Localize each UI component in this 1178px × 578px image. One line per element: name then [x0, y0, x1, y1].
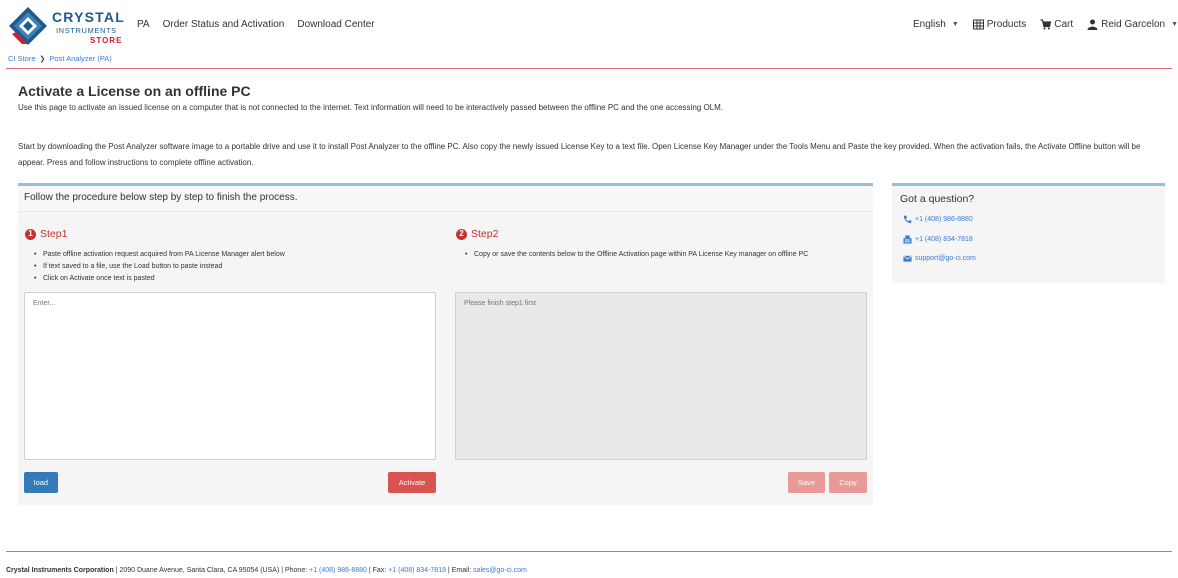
envelope-icon — [903, 255, 912, 262]
caret-down-icon: ▼ — [1171, 21, 1178, 28]
activation-request-input[interactable] — [24, 292, 436, 460]
activation-panel: Follow the procedure below step by step … — [18, 183, 873, 505]
top-navbar: CRYSTAL INSTRUMENTS STORE PA Order Statu… — [0, 0, 1178, 50]
cart-icon — [1040, 19, 1052, 30]
list-item: Copy or save the contents below to the O… — [464, 249, 869, 261]
step1-title: 1 Step1 — [25, 228, 67, 240]
grid-icon — [972, 19, 984, 30]
products-label: Products — [986, 19, 1027, 30]
footer-phone-link[interactable]: +1 (408) 986-8880 — [309, 567, 367, 574]
panel-heading: Follow the procedure below step by step … — [18, 186, 873, 212]
fax-icon — [903, 235, 912, 244]
nav-right: English ▼ Products Cart Reid Garcelon ▼ — [899, 19, 1178, 30]
chevron-right-icon: ❯ — [39, 55, 46, 63]
load-button[interactable]: load — [24, 472, 58, 493]
logo-diamond-icon — [9, 7, 47, 45]
breadcrumb: CI Store ❯ Post Analyzer (PA) — [8, 54, 112, 63]
step2-badge: 2 — [456, 228, 467, 240]
help-fax-text: +1 (408) 834-7818 — [915, 236, 973, 243]
logo-text-store: STORE — [90, 36, 123, 45]
page-title: Activate a License on an offline PC — [18, 83, 251, 99]
products-link[interactable]: Products — [972, 19, 1027, 30]
step1-instructions: Paste offline activation request acquire… — [33, 249, 433, 285]
activate-button[interactable]: Activate — [388, 472, 436, 493]
help-title: Got a question? — [900, 193, 975, 205]
crystal-instruments-logo[interactable]: CRYSTAL INSTRUMENTS STORE — [8, 6, 126, 46]
user-name: Reid Garcelon — [1101, 19, 1166, 30]
footer-company: Crystal Instruments Corporation — [6, 567, 114, 574]
nav-item-order-status[interactable]: Order Status and Activation — [163, 19, 285, 30]
breadcrumb-post-analyzer[interactable]: Post Analyzer (PA) — [49, 54, 111, 63]
nav-item-pa[interactable]: PA — [137, 19, 150, 30]
list-item: If text saved to a file, use the Load bu… — [33, 261, 433, 273]
language-dropdown[interactable]: English ▼ — [913, 19, 959, 30]
main-nav: PA Order Status and Activation Download … — [137, 19, 375, 30]
step1-label: Step1 — [40, 228, 68, 240]
footer-fax-link[interactable]: +1 (408) 834-7818 — [388, 567, 446, 574]
footer-email-link[interactable]: sales@go-ci.com — [473, 567, 527, 574]
list-item: Paste offline activation request acquire… — [33, 249, 433, 261]
help-email[interactable]: support@go-ci.com — [903, 254, 976, 263]
cart-link[interactable]: Cart — [1040, 19, 1073, 30]
save-button[interactable]: Save — [788, 472, 825, 493]
help-phone[interactable]: +1 (408) 986-8880 — [903, 215, 973, 224]
step2-instructions: Copy or save the contents below to the O… — [464, 249, 869, 261]
step2-label: Step2 — [471, 228, 499, 240]
language-label: English — [913, 19, 946, 30]
step2-title: 2 Step2 — [456, 228, 498, 240]
footer-divider — [6, 551, 1172, 552]
help-fax[interactable]: +1 (408) 834-7818 — [903, 235, 973, 244]
list-item: Click on Activate once text is pasted — [33, 273, 433, 285]
intro-text: Use this page to activate an issued lice… — [18, 103, 724, 112]
user-menu[interactable]: Reid Garcelon ▼ — [1087, 19, 1178, 30]
phone-icon — [903, 215, 912, 224]
cart-label: Cart — [1054, 19, 1074, 30]
caret-down-icon: ▼ — [951, 21, 959, 28]
logo-text-instruments: INSTRUMENTS — [56, 26, 117, 35]
logo-text-crystal: CRYSTAL — [52, 9, 125, 25]
footer-email-label: | Email: — [445, 567, 474, 574]
nav-item-download-center[interactable]: Download Center — [297, 19, 374, 30]
activation-response-output[interactable] — [455, 292, 867, 460]
user-icon — [1087, 19, 1098, 30]
instructions-text: Start by downloading the Post Analyzer s… — [18, 142, 1141, 167]
panel-heading-text: Follow the procedure below step by step … — [24, 192, 298, 203]
help-email-text: support@go-ci.com — [915, 255, 976, 262]
footer-fax-label: | Fax: — [366, 567, 389, 574]
footer: Crystal Instruments Corporation | 2090 D… — [6, 567, 527, 574]
step1-badge: 1 — [25, 228, 36, 240]
breadcrumb-ci-store[interactable]: CI Store — [8, 54, 36, 63]
breadcrumb-bar: CI Store ❯ Post Analyzer (PA) — [6, 52, 1172, 69]
help-sidebar: Got a question? +1 (408) 986-8880 +1 (40… — [892, 183, 1165, 283]
footer-address: | 2090 Duane Avenue, Santa Clara, CA 950… — [113, 567, 310, 574]
copy-button[interactable]: Copy — [829, 472, 867, 493]
help-phone-text: +1 (408) 986-8880 — [915, 216, 973, 223]
